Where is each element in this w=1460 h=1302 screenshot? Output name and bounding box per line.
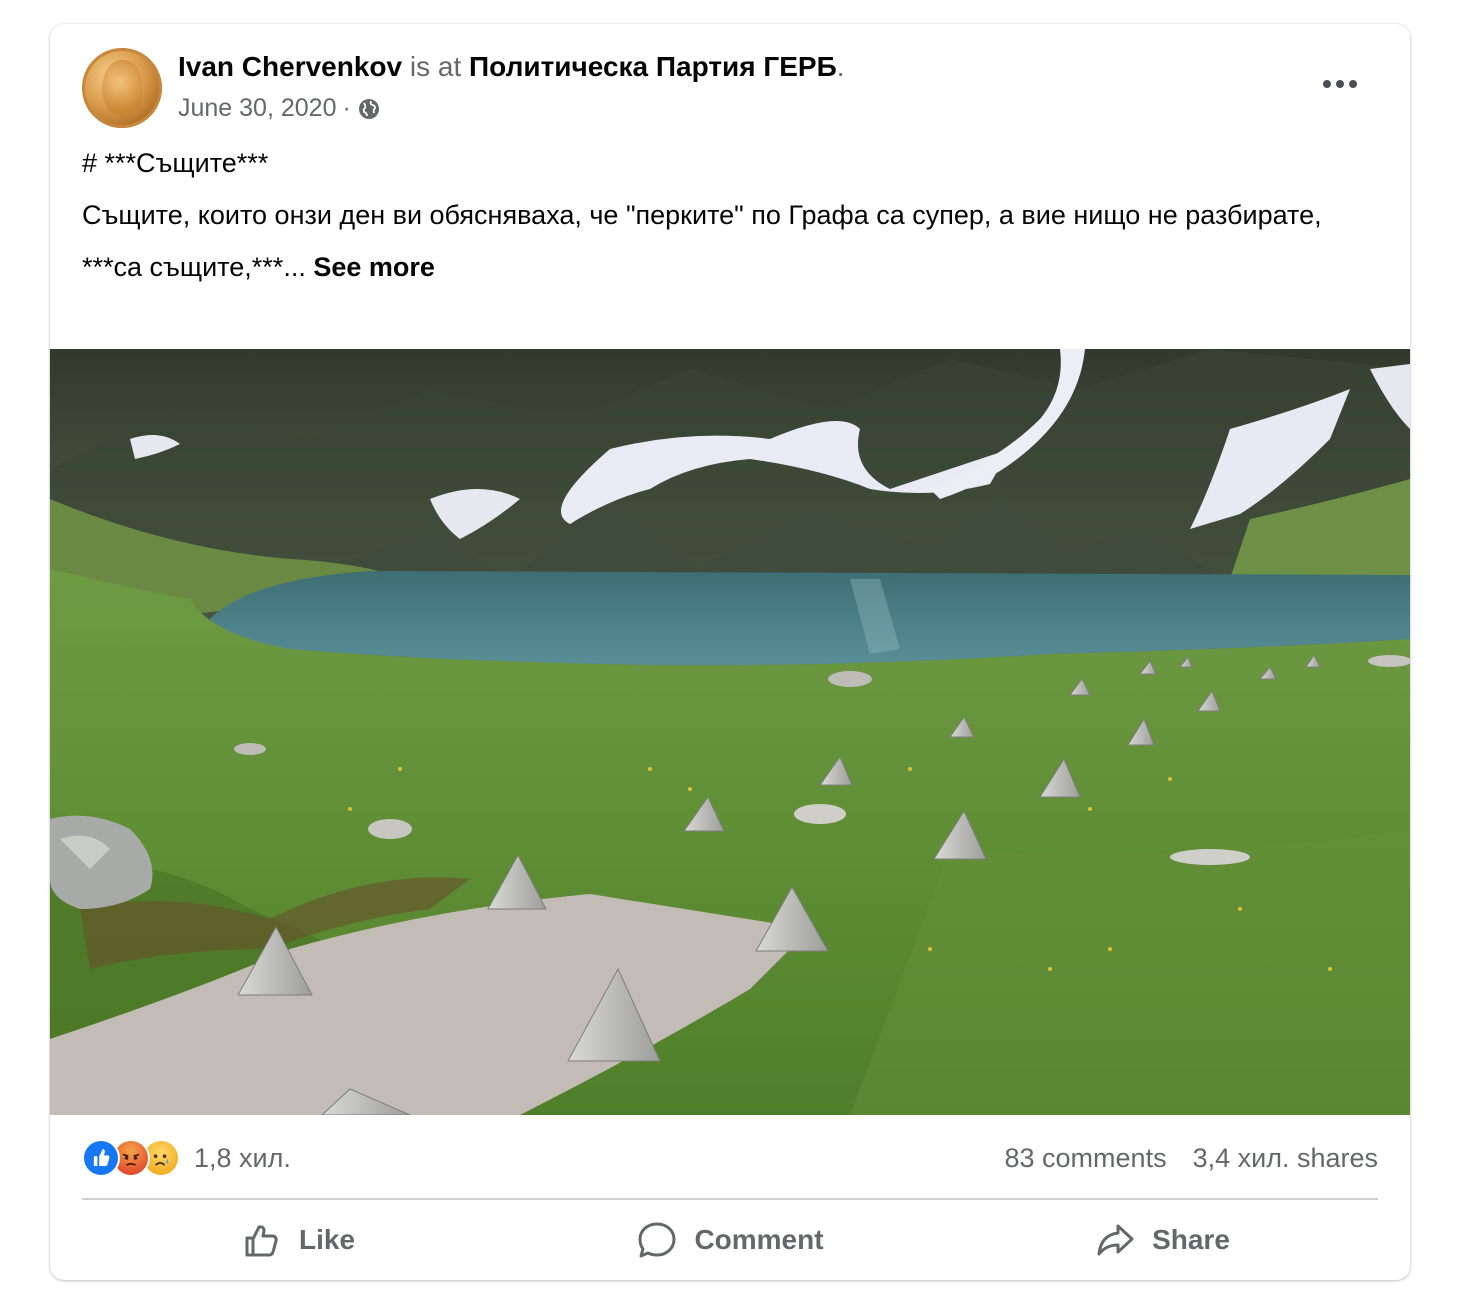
- see-more-link[interactable]: See more: [313, 252, 435, 282]
- post-paragraph-truncated: ***са същите,***... See more: [82, 248, 1382, 286]
- author-name-link[interactable]: Ivan Chervenkov: [178, 51, 402, 82]
- engagement-counts: 83 comments 3,4 хил. shares: [1005, 1143, 1379, 1174]
- post-truncated-text: ***са същите,***...: [82, 252, 306, 282]
- action-bar: Like Comment Share: [82, 1210, 1378, 1270]
- reactions-summary[interactable]: 1,8 хил.: [82, 1139, 291, 1177]
- comment-button[interactable]: Comment: [514, 1210, 946, 1270]
- comment-label: Comment: [694, 1224, 824, 1255]
- place-suffix: .: [836, 51, 845, 82]
- comment-bubble-icon: [638, 1222, 676, 1258]
- comments-count-link[interactable]: 83 comments: [1005, 1143, 1167, 1174]
- is-at-text: is at: [409, 51, 462, 82]
- share-label: Share: [1152, 1224, 1230, 1255]
- post-header: Ivan Chervenkov is at Политическа Партия…: [178, 50, 845, 84]
- thumbs-up-icon: [245, 1225, 278, 1257]
- more-options-icon[interactable]: [1316, 72, 1364, 96]
- share-arrow-icon: [1097, 1224, 1134, 1256]
- like-label: Like: [298, 1224, 356, 1255]
- post-photo[interactable]: [50, 349, 1410, 1115]
- reaction-count: 1,8 хил.: [194, 1142, 291, 1173]
- post-body: # ***Същите*** Същите, които онзи ден ви…: [82, 144, 1382, 300]
- avatar-coin-portrait: [102, 60, 142, 116]
- shares-count-link[interactable]: 3,4 хил. shares: [1193, 1143, 1378, 1174]
- post-date-link[interactable]: June 30, 2020: [178, 94, 336, 123]
- post-card: Ivan Chervenkov is at Политическа Партия…: [50, 24, 1410, 1280]
- share-button[interactable]: Share: [946, 1210, 1378, 1270]
- like-button[interactable]: Like: [82, 1210, 514, 1270]
- post-heading: # ***Същите***: [82, 148, 269, 178]
- post-meta: June 30, 2020 ·: [178, 94, 381, 123]
- place-name-link[interactable]: Политическа Партия ГЕРБ: [469, 51, 837, 82]
- like-reaction-icon: [82, 1139, 120, 1177]
- post-stats: 1,8 хил. 83 comments 3,4 хил. shares: [82, 1136, 1378, 1180]
- post-paragraph: Същите, които онзи ден ви обясняваха, че…: [82, 200, 1322, 230]
- stats-divider: [82, 1198, 1378, 1200]
- meta-separator: ·: [342, 94, 351, 122]
- globe-icon[interactable]: [357, 97, 381, 121]
- author-avatar[interactable]: [82, 48, 162, 128]
- mountain-lake-photo: [50, 349, 1410, 1115]
